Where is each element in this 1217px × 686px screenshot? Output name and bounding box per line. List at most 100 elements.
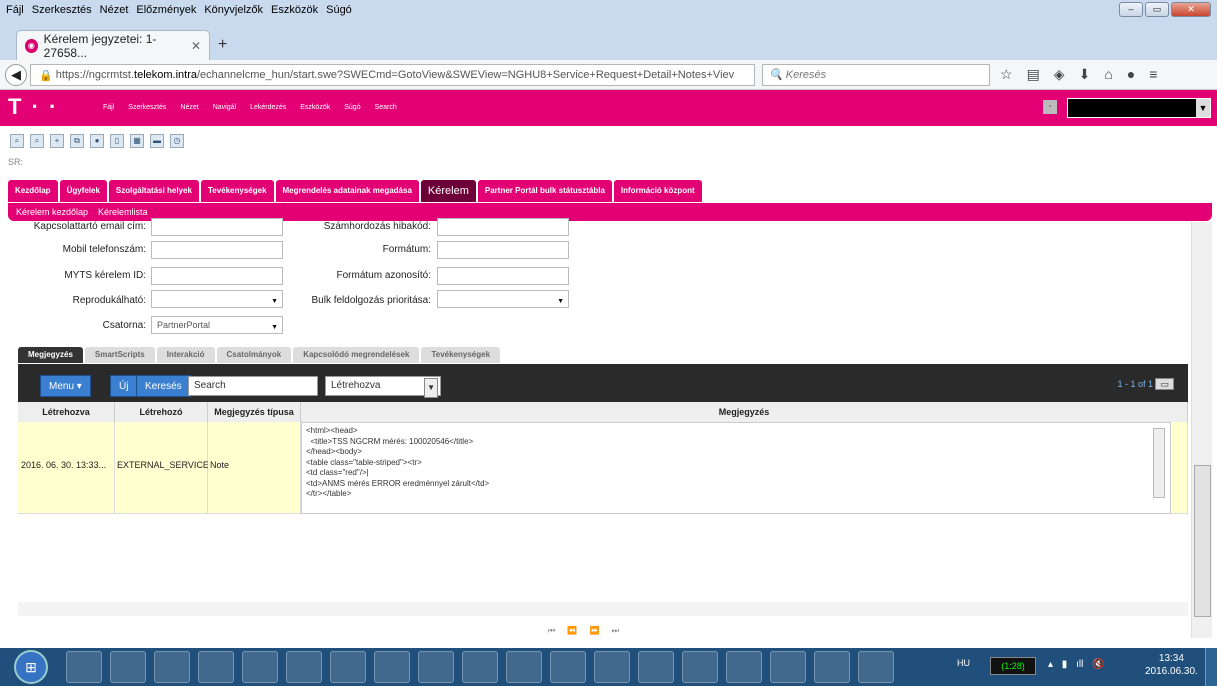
tab-activities-view[interactable]: Tevékenységek — [421, 347, 501, 363]
format-field[interactable] — [437, 241, 569, 259]
system-tray-icons[interactable]: ▴ ▮ ıll 🔇 — [1048, 659, 1105, 670]
subnav-request-list[interactable]: Kérelemlista — [98, 207, 148, 217]
show-desktop-button[interactable] — [1205, 648, 1217, 686]
user-icon[interactable] — [682, 651, 718, 683]
copy-icon[interactable]: ⧉ — [70, 134, 84, 148]
new-button[interactable]: Új — [110, 375, 138, 397]
close-button[interactable]: ✕ — [1171, 2, 1211, 17]
app-menu-query[interactable]: Lekérdezés — [250, 104, 286, 111]
app-menu-navigate[interactable]: Navigál — [213, 104, 236, 111]
app-menu-view[interactable]: Nézet — [180, 104, 198, 111]
sticky-notes-icon[interactable] — [374, 651, 410, 683]
note-scrollbar[interactable] — [1153, 428, 1165, 498]
document-icon[interactable]: ▯ — [110, 134, 124, 148]
print-icon[interactable]: ▬ — [150, 134, 164, 148]
clock-icon[interactable]: ◷ — [170, 134, 184, 148]
column-header-creator[interactable]: Létrehozó — [115, 402, 208, 422]
globe-app-icon[interactable] — [858, 651, 894, 683]
globe-icon[interactable]: ● — [90, 134, 104, 148]
browser-search-input[interactable]: 🔍 Keresés — [762, 64, 990, 86]
sort-field-select[interactable]: Létrehozva ▼ — [325, 376, 441, 398]
note-textarea[interactable]: <html><head> <title>TSS NGCRM mérés: 100… — [301, 422, 1171, 514]
tab-info-center[interactable]: Információ központ — [613, 180, 702, 202]
app-icon[interactable] — [154, 651, 190, 683]
word-icon[interactable] — [814, 651, 850, 683]
search-input[interactable]: Search — [188, 376, 318, 396]
menu-edit[interactable]: Szerkesztés — [32, 4, 92, 16]
query-button[interactable]: Keresés — [136, 375, 191, 397]
excel-icon[interactable] — [418, 651, 454, 683]
outlook-icon[interactable] — [198, 651, 234, 683]
new-record-icon[interactable]: + — [50, 134, 64, 148]
maximize-button[interactable]: ▭ — [1145, 2, 1169, 17]
firefox-icon[interactable] — [286, 651, 322, 683]
download-icon[interactable]: ⬇ — [1079, 66, 1091, 83]
app-menu-edit[interactable]: Szerkesztés — [128, 104, 166, 111]
command-prompt-icon[interactable] — [726, 651, 762, 683]
back-icon[interactable]: ◀ — [5, 64, 27, 86]
cell-creator[interactable]: EXTERNAL_SERVICE — [115, 422, 209, 514]
app-menu-file[interactable]: Fájl — [103, 104, 114, 111]
new-tab-button[interactable]: + — [218, 36, 227, 54]
tab-partner-portal[interactable]: Partner Portál bulk státusztábla — [477, 180, 612, 202]
grid-pager[interactable]: ⏮ ⏪ ⏩ ⏭ — [548, 626, 619, 636]
tab-order-entry[interactable]: Megrendelés adatainak megadása — [275, 180, 419, 202]
remote-desktop-icon[interactable] — [506, 651, 542, 683]
hamburger-menu-icon[interactable]: ≡ — [1149, 66, 1157, 83]
paint-icon[interactable] — [462, 651, 498, 683]
channel-select[interactable]: PartnerPortal ▼ — [151, 316, 283, 334]
tab-close-icon[interactable]: ✕ — [191, 39, 201, 53]
tab-attachments[interactable]: Csatolmányok — [216, 347, 292, 363]
pocket-icon[interactable]: ◈ — [1054, 66, 1065, 83]
query-assistant-icon[interactable]: ⌕ — [30, 134, 44, 148]
tab-service-locations[interactable]: Szolgáltatási helyek — [108, 180, 199, 202]
menu-history[interactable]: Előzmények — [136, 4, 196, 16]
tab-interaction[interactable]: Interakció — [156, 347, 215, 363]
start-button[interactable]: ⊞ — [14, 650, 48, 684]
query-icon[interactable]: ⌕ — [10, 134, 24, 148]
contact-email-field[interactable] — [151, 218, 283, 236]
scrollbar-thumb[interactable] — [1194, 465, 1211, 617]
column-header-created[interactable]: Létrehozva — [18, 402, 115, 422]
battery-indicator[interactable]: (1:28) — [990, 657, 1036, 675]
home-icon[interactable]: ⌂ — [1104, 66, 1112, 83]
chat-icon[interactable]: ● — [1127, 66, 1135, 83]
app-dropdown[interactable]: ▼ — [1067, 98, 1211, 118]
star-icon[interactable]: ☆ — [1000, 66, 1013, 83]
porting-error-code-field[interactable] — [437, 218, 569, 236]
app-small-button[interactable]: ◦ — [1043, 100, 1057, 114]
cell-created[interactable]: 2016. 06. 30. 13:33... — [18, 422, 115, 514]
column-header-note[interactable]: Megjegyzés — [301, 402, 1188, 422]
tab-request[interactable]: Kérelem — [420, 180, 476, 202]
cell-note-type[interactable]: Note — [208, 422, 301, 514]
menu-tools[interactable]: Eszközök — [271, 4, 318, 16]
mobile-phone-field[interactable] — [151, 241, 283, 259]
url-bar[interactable]: 🔒 https://ngcrmtst. telekom.intra/echanne… — [30, 64, 755, 86]
app-menu-tools[interactable]: Eszközök — [300, 104, 330, 111]
clock[interactable]: 13:34 2016.06.30. — [1145, 652, 1198, 678]
acrobat-icon[interactable] — [550, 651, 586, 683]
keepass-icon[interactable] — [770, 651, 806, 683]
tab-smartscripts[interactable]: SmartScripts — [84, 347, 155, 363]
library-icon[interactable]: ▤ — [1027, 66, 1040, 83]
firefox-icon[interactable] — [242, 651, 278, 683]
format-id-field[interactable] — [437, 267, 569, 285]
horizontal-scrollbar[interactable] — [18, 602, 1188, 616]
sync-icon[interactable] — [594, 651, 630, 683]
list-settings-icon[interactable]: ▭ — [1155, 378, 1174, 390]
tab-home[interactable]: Kezdőlap — [8, 180, 58, 202]
menu-view[interactable]: Nézet — [100, 4, 129, 16]
report-icon[interactable]: ▦ — [130, 134, 144, 148]
tab-activities[interactable]: Tevékenységek — [200, 180, 274, 202]
calculator-icon[interactable] — [638, 651, 674, 683]
menu-button[interactable]: Menu ▾ — [40, 375, 91, 397]
myts-request-id-field[interactable] — [151, 267, 283, 285]
tab-notes[interactable]: Megjegyzés — [18, 347, 83, 363]
menu-file[interactable]: Fájl — [6, 4, 24, 16]
language-indicator[interactable]: HU — [957, 658, 970, 668]
page-scrollbar[interactable] — [1191, 222, 1212, 638]
internet-explorer-icon[interactable] — [66, 651, 102, 683]
menu-help[interactable]: Súgó — [326, 4, 352, 16]
app-menu-help[interactable]: Súgó — [344, 104, 360, 111]
browser-tab[interactable]: ◉ Kérelem jegyzetei: 1-27658... ✕ — [16, 30, 210, 60]
